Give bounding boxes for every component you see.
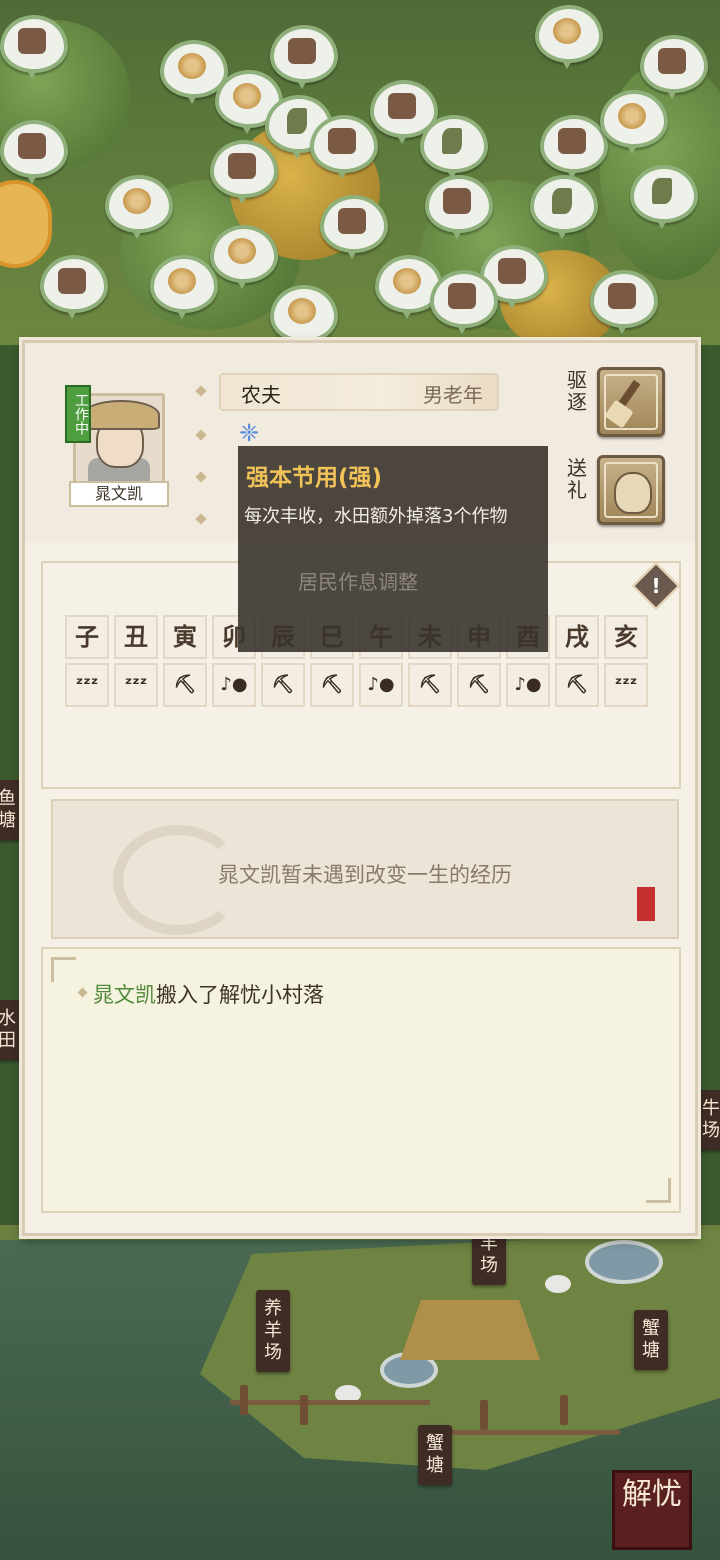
log-bullet — [77, 987, 88, 998]
broom-head — [604, 399, 634, 429]
fence-post — [300, 1395, 308, 1425]
shed — [400, 1300, 540, 1360]
harvest-bubble[interactable] — [310, 115, 378, 179]
hour-cell: 亥 — [604, 615, 648, 659]
expel-broom-button[interactable] — [597, 367, 665, 437]
leisure-icon[interactable]: ♪● — [212, 663, 256, 707]
row-bullet — [195, 513, 207, 525]
gift-bag-icon — [614, 472, 652, 514]
corner-ornament — [646, 1178, 671, 1203]
pickaxe-icon[interactable]: ⛏ — [163, 663, 207, 707]
map-label-paddy[interactable]: 水田 — [0, 1000, 24, 1060]
row-bullet — [195, 429, 207, 441]
hour-cell: 子 — [65, 615, 109, 659]
harvest-bubble[interactable] — [105, 175, 173, 239]
jieyou-button[interactable]: 解忧 — [612, 1470, 692, 1550]
pond — [585, 1240, 663, 1284]
expel-label: 驱逐 — [567, 368, 587, 414]
harvest-bubble[interactable] — [600, 90, 668, 154]
harvest-bubble[interactable] — [0, 15, 68, 79]
harvest-bubble[interactable] — [270, 285, 338, 349]
harvest-bubble[interactable] — [535, 5, 603, 69]
job-name: 农夫 — [241, 383, 281, 407]
trait-icon[interactable]: ❈ — [239, 419, 269, 447]
gift-label: 送礼 — [567, 456, 587, 502]
fence — [230, 1400, 430, 1405]
harvest-bubble[interactable] — [640, 35, 708, 99]
broom-icon — [607, 379, 641, 423]
harvest-bubble[interactable] — [210, 225, 278, 289]
life-history-text: 晁文凯暂未遇到改变一生的经历 — [218, 863, 512, 887]
life-history-box: 晁文凯暂未遇到改变一生的经历 — [51, 799, 679, 939]
row-bullet — [195, 385, 207, 397]
harvest-bubble[interactable] — [630, 165, 698, 229]
hour-cell: 戌 — [555, 615, 599, 659]
hour-cell: 寅 — [163, 615, 207, 659]
tooltip-description: 每次丰收，水田额外掉落3个作物 — [244, 506, 508, 527]
harvest-bubble[interactable] — [320, 195, 388, 259]
log-entry: 晁文凯搬入了解忧小村落 — [93, 979, 324, 1009]
pickaxe-icon[interactable]: ⛏ — [408, 663, 452, 707]
harvest-bubble[interactable] — [430, 270, 498, 334]
job-bar: 农夫 男老年 — [219, 373, 499, 411]
pickaxe-icon[interactable]: ⛏ — [261, 663, 305, 707]
sleep-icon[interactable]: ᶻᶻᶻ — [65, 663, 109, 707]
schedule-adjust-title: 居民作息调整 — [298, 570, 418, 594]
working-status-badge: 工作中 — [65, 385, 91, 443]
log-entry-text: 搬入了解忧小村落 — [156, 983, 324, 1007]
pickaxe-icon[interactable]: ⛏ — [457, 663, 501, 707]
leisure-icon[interactable]: ♪● — [506, 663, 550, 707]
sleep-icon[interactable]: ᶻᶻᶻ — [604, 663, 648, 707]
harvest-bubble[interactable] — [270, 25, 338, 89]
harvest-bubble[interactable] — [0, 120, 68, 184]
harvest-bubble[interactable] — [590, 270, 658, 334]
harvest-bubble[interactable] — [425, 175, 493, 239]
harvest-bubble[interactable] — [150, 255, 218, 319]
resident-name: 晁文凯 — [69, 481, 169, 507]
gift-bag-button[interactable] — [597, 455, 665, 525]
map-label-sheep-farm[interactable]: 养羊场 — [256, 1290, 290, 1372]
harvest-bubble[interactable] — [540, 115, 608, 179]
pickaxe-icon[interactable]: ⛏ — [555, 663, 599, 707]
sleep-icon[interactable]: ᶻᶻᶻ — [114, 663, 158, 707]
tooltip-title: 强本节用(强) — [246, 465, 383, 491]
age-group: 男老年 — [423, 383, 483, 407]
harvest-bubble[interactable] — [420, 115, 488, 179]
leisure-icon[interactable]: ♪● — [359, 663, 403, 707]
trait-tooltip: 强本节用(强) 每次丰收，水田额外掉落3个作物 居民作息调整 — [238, 446, 548, 652]
map-label-crab-pond[interactable]: 蟹塘 — [418, 1425, 452, 1485]
map-label-fish-pond[interactable]: 鱼塘 — [0, 780, 24, 840]
map-label-crab-pond[interactable]: 蟹塘 — [634, 1310, 668, 1370]
pickaxe-icon[interactable]: ⛏ — [310, 663, 354, 707]
row-bullet — [195, 471, 207, 483]
corner-ornament — [51, 957, 76, 982]
seal-stamp — [637, 887, 655, 921]
harvest-bubble[interactable] — [40, 255, 108, 319]
warning-icon[interactable]: ! — [631, 561, 681, 611]
harvest-bubble[interactable] — [530, 175, 598, 239]
hour-cell: 丑 — [114, 615, 158, 659]
event-log: 晁文凯搬入了解忧小村落 — [41, 947, 681, 1213]
fence-post — [480, 1400, 488, 1430]
fence-post — [560, 1395, 568, 1425]
portrait-hat — [82, 400, 160, 430]
fence-post — [240, 1385, 248, 1415]
sheep[interactable] — [545, 1275, 571, 1293]
harvest-bubble[interactable] — [210, 140, 278, 204]
log-entry-name[interactable]: 晁文凯 — [93, 983, 156, 1007]
